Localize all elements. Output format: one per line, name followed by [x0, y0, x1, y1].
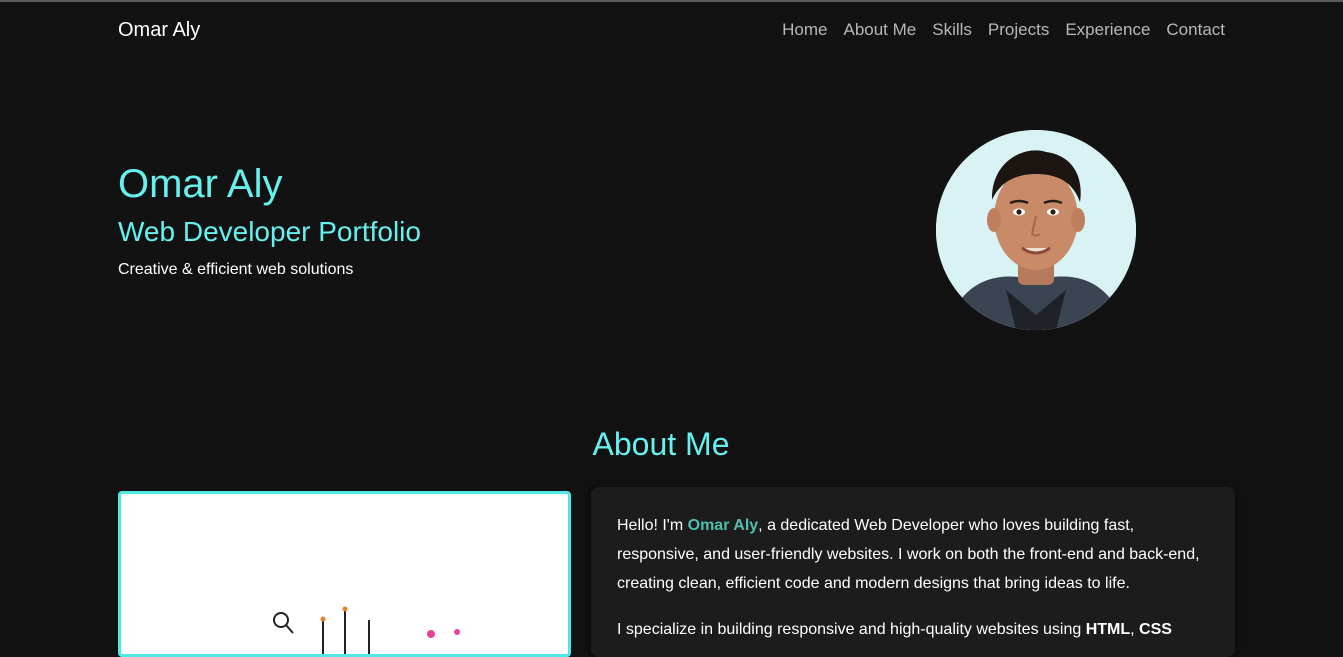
- about-para2-before: I specialize in building responsive and …: [617, 621, 1086, 638]
- hero-role: Web Developer Portfolio: [118, 216, 421, 247]
- nav-link-contact[interactable]: Contact: [1166, 20, 1225, 40]
- about-paragraph-2: I specialize in building responsive and …: [617, 615, 1217, 644]
- nav-link-skills[interactable]: Skills: [932, 20, 972, 40]
- brand-logo[interactable]: Omar Aly: [118, 19, 200, 42]
- about-title: About Me: [592, 426, 730, 462]
- about-paragraph-1: Hello! I'm Omar Aly, a dedicated Web Dev…: [617, 511, 1217, 598]
- profile-photo-icon: [936, 130, 1136, 330]
- hero-tagline: Creative & efficient web solutions: [118, 261, 354, 278]
- nav-link-home[interactable]: Home: [782, 20, 827, 40]
- about-card: Hello! I'm Omar Aly, a dedicated Web Dev…: [591, 487, 1235, 657]
- navbar: Omar Aly Home About Me Skills Projects E…: [0, 2, 1343, 58]
- hero-name: Omar Aly: [118, 162, 283, 206]
- nav-link-experience[interactable]: Experience: [1065, 20, 1150, 40]
- about-image: [118, 491, 571, 657]
- developer-illustration-icon: [273, 606, 460, 654]
- about-highlight-name: Omar Aly: [687, 517, 759, 534]
- nav-links: Home About Me Skills Projects Experience…: [782, 20, 1225, 40]
- nav-link-about[interactable]: About Me: [843, 20, 916, 40]
- nav-link-projects[interactable]: Projects: [988, 20, 1049, 40]
- avatar: [936, 130, 1136, 330]
- about-html-skill: HTML: [1085, 621, 1131, 638]
- about-css-skill: CSS: [1139, 621, 1172, 638]
- about-para2-sep: ,: [1130, 621, 1140, 638]
- about-intro-before: Hello! I'm: [617, 517, 688, 534]
